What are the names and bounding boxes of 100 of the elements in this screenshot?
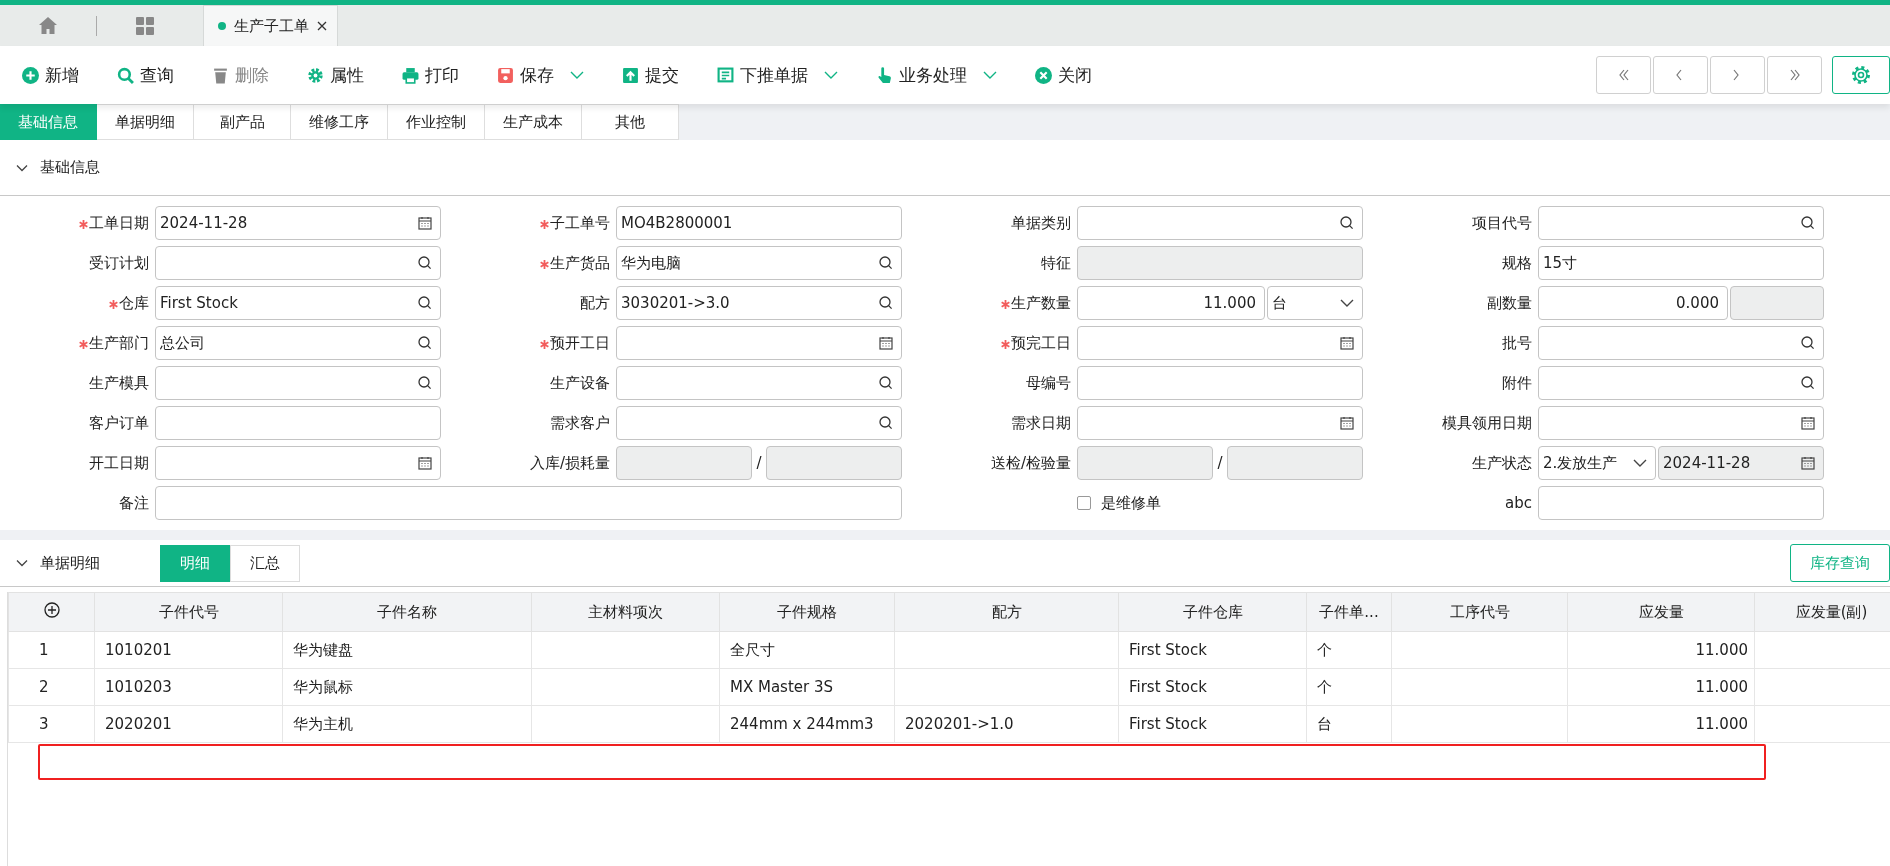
close-icon: [1035, 66, 1052, 84]
toolbar-button[interactable]: 属性: [307, 63, 364, 87]
lookup-field[interactable]: [155, 246, 441, 280]
search-icon[interactable]: [879, 256, 893, 270]
field-label: 入库/损耗量: [529, 453, 610, 473]
lookup-field[interactable]: [1077, 206, 1363, 240]
settings-button[interactable]: [1832, 56, 1890, 94]
date-field[interactable]: [1538, 406, 1824, 440]
first-page-button[interactable]: [1596, 56, 1651, 94]
toolbar-button[interactable]: 保存: [497, 63, 584, 87]
table-cell: 全尺寸: [719, 631, 895, 669]
section-tab[interactable]: 作业控制: [388, 104, 485, 140]
toolbar-button[interactable]: 打印: [402, 63, 459, 87]
last-page-button[interactable]: [1767, 56, 1822, 94]
text-field[interactable]: 15寸: [1538, 246, 1824, 280]
add-row-icon[interactable]: [43, 602, 60, 618]
view-tab[interactable]: 汇总: [230, 544, 300, 582]
field-label: 送检/检验量: [990, 453, 1071, 473]
search-icon[interactable]: [418, 376, 432, 390]
text-field[interactable]: MO4B2800001: [616, 206, 902, 240]
section-tab[interactable]: 副产品: [194, 104, 291, 140]
search-icon[interactable]: [879, 296, 893, 310]
lookup-field[interactable]: [155, 366, 441, 400]
calendar-icon[interactable]: [1340, 336, 1354, 350]
lookup-field[interactable]: 3030201->3.0: [616, 286, 902, 320]
text-field[interactable]: [1538, 486, 1824, 520]
date-field[interactable]: [616, 326, 902, 360]
calendar-icon[interactable]: [1801, 416, 1815, 430]
document-tab[interactable]: 生产子工单: [203, 5, 338, 46]
table-cell: 11.000: [1567, 631, 1755, 669]
table-cell: 个: [1306, 631, 1392, 669]
calendar-icon[interactable]: [1801, 456, 1815, 470]
calendar-icon[interactable]: [418, 456, 432, 470]
lookup-field[interactable]: [1538, 366, 1824, 400]
toolbar-button[interactable]: 查询: [117, 63, 174, 87]
field-label: 副数量: [1487, 293, 1532, 313]
number-field[interactable]: 11.000: [1077, 286, 1265, 320]
row-number: 3: [8, 705, 95, 743]
lookup-field[interactable]: [616, 366, 902, 400]
next-button[interactable]: [1710, 56, 1765, 94]
close-icon[interactable]: [317, 21, 327, 31]
section-tab[interactable]: 单据明细: [97, 104, 194, 140]
search-icon[interactable]: [1801, 336, 1815, 350]
search-icon[interactable]: [418, 256, 432, 270]
column-header[interactable]: 子件规格: [719, 592, 895, 632]
checkbox-label: 是维修单: [1101, 493, 1161, 513]
search-icon[interactable]: [879, 416, 893, 430]
date-field[interactable]: [1077, 406, 1363, 440]
toolbar-button[interactable]: 新增: [22, 63, 79, 87]
lookup-field[interactable]: [1538, 206, 1824, 240]
toolbar-button[interactable]: 提交: [622, 63, 679, 87]
lookup-field[interactable]: 华为电脑: [616, 246, 902, 280]
search-icon[interactable]: [879, 376, 893, 390]
section-tab[interactable]: 其他: [582, 104, 679, 140]
section-title: 基础信息: [40, 158, 100, 177]
column-header[interactable]: 子件代号: [94, 592, 283, 632]
lookup-field[interactable]: [616, 406, 902, 440]
date-field[interactable]: [155, 446, 441, 480]
date-field: 2024-11-28: [1658, 446, 1824, 480]
column-header[interactable]: 子件单...: [1306, 592, 1392, 632]
toolbar-button[interactable]: 下推单据: [717, 63, 838, 87]
home-icon[interactable]: [39, 17, 57, 34]
column-header[interactable]: 子件名称: [282, 592, 532, 632]
text-field[interactable]: [155, 406, 441, 440]
search-icon[interactable]: [1801, 376, 1815, 390]
column-header[interactable]: 工序代号: [1391, 592, 1568, 632]
column-header[interactable]: 配方: [894, 592, 1119, 632]
text-field[interactable]: [155, 486, 902, 520]
row-number: 2: [8, 668, 95, 706]
checkbox[interactable]: [1077, 496, 1091, 510]
chevron-down-icon[interactable]: [16, 557, 28, 569]
previous-button[interactable]: [1653, 56, 1708, 94]
calendar-icon[interactable]: [1340, 416, 1354, 430]
lookup-field[interactable]: 总公司: [155, 326, 441, 360]
lookup-field[interactable]: First Stock: [155, 286, 441, 320]
section-tab[interactable]: 生产成本: [485, 104, 582, 140]
toolbar-button[interactable]: 业务处理: [876, 63, 997, 87]
search-icon[interactable]: [1801, 216, 1815, 230]
search-icon[interactable]: [1340, 216, 1354, 230]
column-header[interactable]: 子件仓库: [1118, 592, 1307, 632]
toolbar-button[interactable]: 关闭: [1035, 63, 1092, 87]
text-field[interactable]: [1077, 366, 1363, 400]
calendar-icon[interactable]: [879, 336, 893, 350]
date-field[interactable]: [1077, 326, 1363, 360]
section-title: 单据明细: [40, 553, 100, 573]
grid-icon[interactable]: [136, 16, 154, 35]
lookup-field[interactable]: [1538, 326, 1824, 360]
column-header[interactable]: 应发量(副): [1754, 592, 1890, 632]
number-field[interactable]: 0.000: [1538, 286, 1728, 320]
status-select[interactable]: 2.发放生产: [1538, 446, 1656, 480]
column-header[interactable]: 应发量: [1567, 592, 1755, 632]
section-tab[interactable]: 维修工序: [291, 104, 388, 140]
unit-select[interactable]: 台: [1267, 286, 1363, 320]
search-icon[interactable]: [418, 336, 432, 350]
calendar-icon[interactable]: [418, 216, 432, 230]
field-label: 项目代号: [1472, 213, 1532, 233]
column-header[interactable]: 主材料项次: [531, 592, 720, 632]
field-label: 生产部门: [89, 333, 149, 353]
search-icon[interactable]: [418, 296, 432, 310]
date-field[interactable]: 2024-11-28: [155, 206, 441, 240]
